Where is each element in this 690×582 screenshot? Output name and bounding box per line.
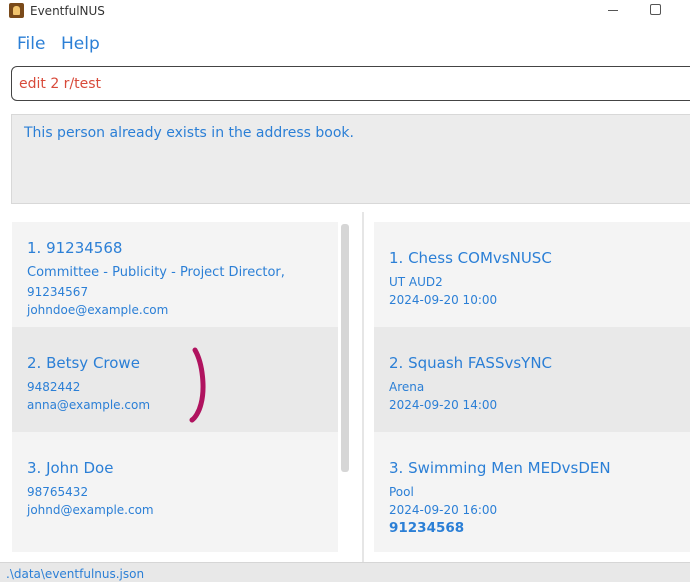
command-area: edit 2 r/test — [0, 64, 690, 106]
event-venue: Pool — [389, 485, 414, 499]
event-datetime: 2024-09-20 14:00 — [389, 398, 498, 412]
event-title: 1. Chess COMvsNUSC — [389, 249, 552, 267]
person-phone: 91234567 — [27, 285, 89, 299]
maximize-icon[interactable] — [650, 4, 661, 15]
person-card[interactable]: 3. John Doe 98765432 johnd@example.com — [12, 432, 338, 552]
minimize-icon[interactable] — [605, 2, 621, 18]
person-email: johndoe@example.com — [27, 303, 169, 317]
save-location: .\data\eventfulnus.json — [6, 567, 145, 581]
event-extra: 91234568 — [389, 520, 465, 536]
command-input[interactable]: edit 2 r/test — [11, 66, 690, 101]
event-title: 3. Swimming Men MEDvsDEN — [389, 459, 611, 477]
title-bar: EventfulNUS — [0, 0, 690, 22]
menu-file[interactable]: File — [17, 34, 45, 54]
event-card[interactable]: 2. Squash FASSvsYNC Arena 2024-09-20 14:… — [374, 327, 690, 432]
person-list[interactable]: 1. 91234568 Committee - Publicity - Proj… — [12, 222, 338, 552]
event-venue: UT AUD2 — [389, 275, 443, 289]
person-name: 1. 91234568 — [27, 239, 123, 257]
event-title: 2. Squash FASSvsYNC — [389, 354, 553, 372]
menu-bar: File Help — [0, 22, 690, 64]
person-list-scrollbar[interactable] — [341, 224, 349, 472]
event-card[interactable]: 1. Chess COMvsNUSC UT AUD2 2024-09-20 10… — [374, 222, 690, 327]
person-card[interactable]: 2. Betsy Crowe 9482442 anna@example.com — [12, 327, 338, 432]
status-bar: .\data\eventfulnus.json — [0, 562, 690, 582]
person-name: 2. Betsy Crowe — [27, 354, 140, 372]
person-phone: 98765432 — [27, 485, 89, 499]
person-role: Committee - Publicity - Project Director… — [27, 265, 285, 280]
event-list[interactable]: 1. Chess COMvsNUSC UT AUD2 2024-09-20 10… — [374, 222, 690, 552]
pane-divider[interactable] — [362, 212, 364, 562]
person-name: 3. John Doe — [27, 459, 114, 477]
person-card[interactable]: 1. 91234568 Committee - Publicity - Proj… — [12, 222, 338, 327]
result-area: This person already exists in the addres… — [0, 106, 690, 212]
result-display[interactable]: This person already exists in the addres… — [11, 114, 690, 204]
app-logo-icon — [9, 3, 24, 18]
menu-help[interactable]: Help — [61, 34, 100, 54]
command-input-value: edit 2 r/test — [19, 76, 102, 92]
window-title: EventfulNUS — [30, 4, 105, 18]
event-venue: Arena — [389, 380, 425, 394]
event-datetime: 2024-09-20 10:00 — [389, 293, 498, 307]
annotation-stroke — [189, 347, 206, 423]
person-phone: 9482442 — [27, 380, 81, 394]
event-card[interactable]: 3. Swimming Men MEDvsDEN Pool 2024-09-20… — [374, 432, 690, 552]
person-email: johnd@example.com — [27, 503, 154, 517]
event-datetime: 2024-09-20 16:00 — [389, 503, 498, 517]
person-email: anna@example.com — [27, 398, 151, 412]
result-message: This person already exists in the addres… — [24, 125, 354, 141]
